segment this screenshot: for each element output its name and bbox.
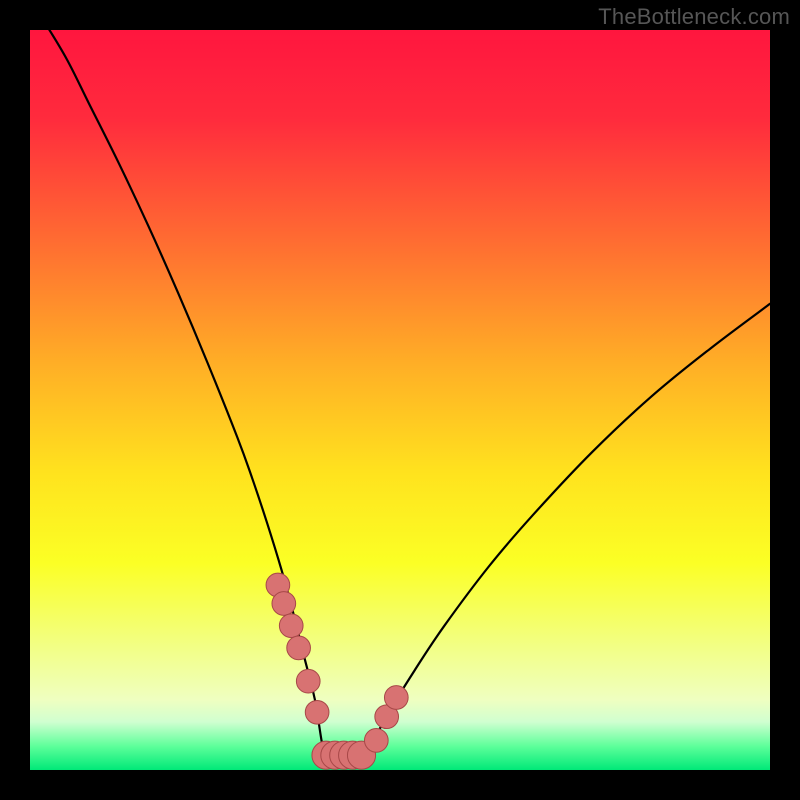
curve-marker bbox=[384, 686, 408, 710]
curve-marker bbox=[279, 614, 303, 638]
watermark-text: TheBottleneck.com bbox=[598, 4, 790, 30]
curve-marker bbox=[364, 729, 388, 753]
curve-marker bbox=[296, 669, 320, 693]
curve-marker bbox=[272, 592, 296, 616]
chart-frame: TheBottleneck.com bbox=[0, 0, 800, 800]
chart-gradient-bg bbox=[30, 30, 770, 770]
curve-marker bbox=[305, 700, 329, 724]
curve-marker bbox=[287, 636, 311, 660]
bottleneck-chart bbox=[0, 0, 800, 800]
